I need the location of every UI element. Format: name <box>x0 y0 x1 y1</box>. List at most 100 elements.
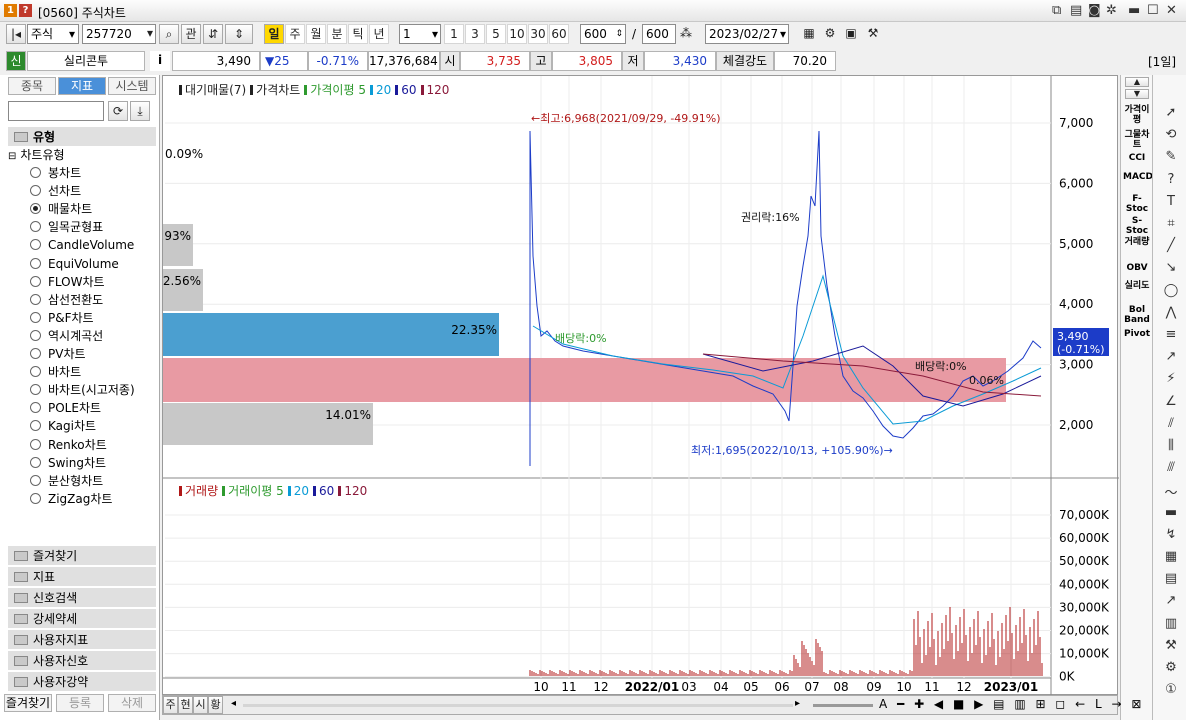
quick-count-1[interactable]: 1 <box>444 24 464 44</box>
price-legend-item[interactable]: 가격차트 <box>250 83 300 97</box>
radio-icon[interactable] <box>30 474 41 486</box>
sidebar-tab-0[interactable]: 종목 <box>8 77 56 95</box>
angle-icon[interactable]: ⋀ <box>1161 305 1181 323</box>
chart-area[interactable]: 7,000 6,000 5,000 4,000 3,000 2,000 70,000K 60,… <box>162 75 1119 696</box>
radio-icon[interactable] <box>30 348 41 359</box>
volume-legend-item[interactable]: 60 <box>313 484 334 498</box>
chart-type-item[interactable]: Renko차트 <box>30 436 107 454</box>
folder-item[interactable]: 즐겨찾기 <box>8 546 156 566</box>
quick-count-30[interactable]: 30 <box>528 24 548 44</box>
sidebar-bottom-tab-0[interactable]: 즐겨찾기 <box>4 694 52 712</box>
sidebar-bottom-tab-1[interactable]: 등록 <box>56 694 104 712</box>
pen-icon[interactable]: ✎ <box>1161 149 1181 167</box>
sidebar-tab-2[interactable]: 시스템 <box>108 77 156 95</box>
chart-type-item[interactable]: Kagi차트 <box>30 417 96 435</box>
period-4[interactable]: 틱 <box>348 24 368 44</box>
wave-icon[interactable]: ～ <box>1161 482 1181 501</box>
parallel-icon[interactable]: ⫻ <box>1161 460 1181 478</box>
zigzag-icon[interactable]: ↯ <box>1161 527 1181 545</box>
radio-icon[interactable] <box>30 185 41 197</box>
gwan-button[interactable]: 관 <box>181 24 201 44</box>
radio-icon[interactable] <box>30 402 41 414</box>
search-icon[interactable]: ⌕ <box>159 24 179 44</box>
type-header[interactable]: 유형 <box>8 127 156 147</box>
chart-type-item[interactable]: PV차트 <box>30 345 86 363</box>
channel-icon[interactable]: ⫽ <box>1161 416 1181 434</box>
price-legend-item[interactable]: 20 <box>369 83 391 97</box>
folder-item[interactable]: 지표 <box>8 567 156 587</box>
chart-type-item[interactable]: 봉차트 <box>30 164 81 182</box>
table-icon[interactable]: ⌗ <box>1161 216 1181 234</box>
arrow-icon[interactable]: ↘ <box>1161 260 1181 278</box>
period-0[interactable]: 일 <box>264 24 284 44</box>
radio-icon[interactable] <box>30 384 41 396</box>
radio-icon[interactable] <box>30 203 41 215</box>
scroll-left-icon[interactable]: ◂ <box>231 698 236 709</box>
scroll-right-icon[interactable]: ▸ <box>795 698 800 709</box>
settings-icon[interactable]: ✲ <box>1106 3 1117 18</box>
radio-icon[interactable] <box>30 438 41 450</box>
table2-icon[interactable]: ▥ <box>1161 616 1181 634</box>
close-button[interactable]: ✕ <box>1166 3 1177 18</box>
bottom-tab-3[interactable]: 황 <box>208 696 223 714</box>
question-icon[interactable]: ? <box>1161 172 1181 190</box>
volume-legend-item[interactable]: 20 <box>287 484 309 498</box>
unit-select[interactable]: 1 ▾ <box>399 24 441 44</box>
chart-type-item[interactable]: 매물차트 <box>30 200 92 218</box>
chart-svg[interactable]: 7,000 6,000 5,000 4,000 3,000 2,000 70,000K 60,… <box>163 76 1119 696</box>
scrollbar-track[interactable] <box>243 704 793 707</box>
chart-type-item[interactable]: 일목균형표 <box>30 218 103 236</box>
scroll-up-icon[interactable]: ▲ <box>1125 77 1149 87</box>
radio-icon[interactable] <box>30 366 41 378</box>
chart-type-item[interactable]: 바차트(시고저종) <box>30 381 135 399</box>
radio-icon[interactable] <box>30 293 41 305</box>
auto-icon[interactable]: ⚡ <box>1161 371 1181 389</box>
folder-item[interactable]: 사용자지표 <box>8 630 156 650</box>
radio-icon[interactable] <box>30 311 41 323</box>
indicator-1[interactable]: 그물차트 <box>1123 130 1151 150</box>
gear-icon[interactable]: ⚙ <box>1161 660 1181 678</box>
price-legend-item[interactable]: 가격이평 5 <box>304 83 366 97</box>
trend-icon[interactable]: ↗ <box>1161 349 1181 367</box>
updown-icon[interactable]: ⇕ <box>225 24 253 44</box>
chart-type-item[interactable]: EquiVolume <box>30 255 119 273</box>
chart-nav-icons[interactable]: A ━ ✚ ◀ ■ ▶ ▤ ▥ ⊞ ◻ ← L → ⊠ <box>879 697 1144 711</box>
radio-icon[interactable] <box>30 492 41 504</box>
circle-icon[interactable]: ◯ <box>1161 283 1181 301</box>
help-icon[interactable]: ? <box>19 4 32 17</box>
folder-item[interactable]: 강세약세 <box>8 609 156 629</box>
lines-icon[interactable]: ≡ <box>1161 327 1181 345</box>
radio-icon[interactable] <box>30 275 41 287</box>
period-2[interactable]: 월 <box>306 24 326 44</box>
indicator-10[interactable]: Pivot <box>1123 329 1151 339</box>
volume-legend-item[interactable]: 120 <box>338 484 367 498</box>
indicator-9[interactable]: Bol Band <box>1123 305 1151 325</box>
camera-icon[interactable]: ◙ <box>1088 3 1101 18</box>
market-select[interactable]: 주식 ▾ <box>27 24 79 44</box>
radio-icon[interactable] <box>30 239 41 251</box>
folder-item[interactable]: 사용자신호 <box>8 651 156 671</box>
save-icon[interactable]: ▤ <box>1070 3 1082 18</box>
print-icon[interactable]: ▦ <box>800 24 818 44</box>
save-chart-icon[interactable]: ▣ <box>842 24 860 44</box>
date-select[interactable]: 2023/02/27 ▾ <box>705 24 789 44</box>
nav-first-icon[interactable]: |◂ <box>6 24 26 44</box>
tools-icon[interactable]: ⚒ <box>1161 638 1181 656</box>
chart-type-item[interactable]: 바차트 <box>30 363 81 381</box>
grid-icon[interactable]: ⁂ <box>677 24 695 44</box>
indicator-3[interactable]: MACD <box>1123 172 1153 182</box>
indicator-4[interactable]: F-Stoc <box>1123 194 1151 214</box>
bottom-tab-0[interactable]: 주 <box>163 696 178 714</box>
refresh-icon[interactable]: ⟳ <box>108 101 128 121</box>
pointer-icon[interactable]: ➚ <box>1161 105 1181 123</box>
period-1[interactable]: 주 <box>285 24 305 44</box>
radio-icon[interactable] <box>30 456 41 468</box>
radio-icon[interactable] <box>30 221 41 233</box>
folder-item[interactable]: 사용자강약 <box>8 672 156 692</box>
chart-type-item[interactable]: 선차트 <box>30 182 81 200</box>
chart-type-item[interactable]: POLE차트 <box>30 399 101 417</box>
chart-type-item[interactable]: Swing차트 <box>30 454 106 472</box>
scroll-down-icon[interactable]: ▼ <box>1125 89 1149 99</box>
radio-icon[interactable] <box>30 257 41 269</box>
indicator-8[interactable]: 실리도 <box>1123 281 1151 291</box>
